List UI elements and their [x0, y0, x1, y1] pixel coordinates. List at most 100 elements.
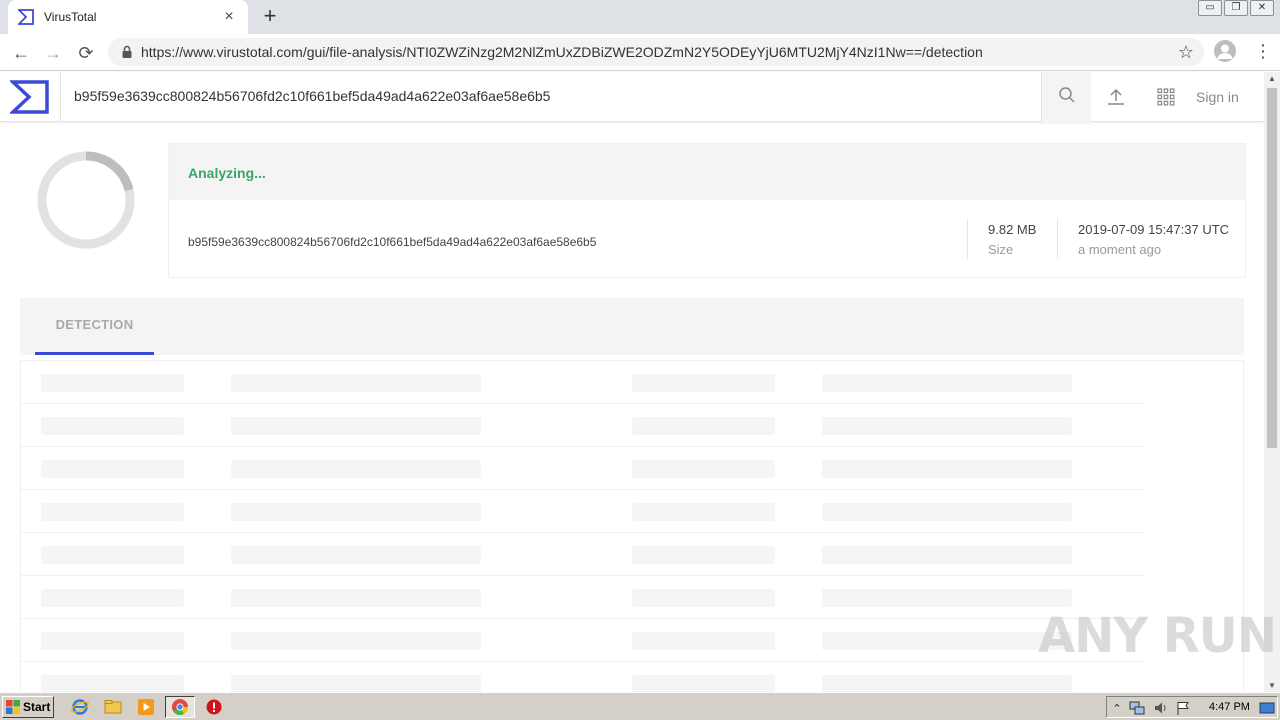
apps-grid-icon[interactable] — [1155, 84, 1177, 110]
back-button[interactable]: ← — [8, 40, 34, 66]
skeleton-cell — [822, 503, 1072, 521]
tab-detection[interactable]: DETECTION — [35, 298, 154, 355]
skeleton-cell — [41, 589, 184, 607]
skeleton-cell — [41, 675, 184, 692]
skeleton-cell — [632, 675, 775, 692]
tray-expand-icon[interactable]: ⌃ — [1109, 700, 1125, 716]
forward-button[interactable]: → — [40, 40, 66, 66]
file-hash[interactable]: b95f59e3639cc800824b56706fd2c10f661bef5d… — [188, 235, 596, 249]
browser-tab-strip: VirusTotal × + ▭ ❐ ✕ — [0, 0, 1280, 34]
meta-divider — [967, 219, 968, 259]
skeleton-cell — [822, 460, 1072, 478]
skeleton-cell — [632, 374, 775, 392]
reload-button[interactable]: ⟳ — [73, 40, 99, 66]
virustotal-favicon-icon — [18, 9, 34, 25]
skeleton-cell — [41, 374, 184, 392]
hash-search-input[interactable]: b95f59e3639cc800824b56706fd2c10f661bef5d… — [74, 88, 550, 104]
profile-avatar-icon[interactable] — [1214, 40, 1236, 62]
browser-toolbar: ← → ⟳ https://www.virustotal.com/gui/fil… — [0, 34, 1280, 71]
skeleton-cell — [41, 503, 184, 521]
windows-taskbar: Start ⌃ 4:47 PM — [0, 692, 1280, 720]
skeleton-cell — [822, 374, 1072, 392]
internet-explorer-icon[interactable] — [71, 698, 89, 716]
virustotal-header: b95f59e3639cc800824b56706fd2c10f661bef5d… — [0, 72, 1264, 122]
analysis-date-relative: a moment ago — [1078, 242, 1162, 257]
media-player-icon[interactable] — [137, 698, 155, 716]
table-row — [21, 447, 1145, 490]
header-divider — [60, 72, 61, 122]
table-row — [21, 533, 1145, 576]
file-summary-card: Analyzing... b95f59e3639cc800824b56706fd… — [168, 143, 1246, 278]
tab-title: VirusTotal — [44, 10, 97, 24]
close-window-button[interactable]: ✕ — [1250, 0, 1274, 16]
bookmark-star-icon[interactable]: ☆ — [1178, 42, 1194, 63]
restore-button[interactable]: ❐ — [1224, 0, 1248, 16]
search-button[interactable] — [1041, 72, 1091, 122]
file-size-value: 9.82 MB — [988, 222, 1037, 237]
browser-menu-icon[interactable]: ⋮ — [1254, 40, 1272, 62]
file-explorer-icon[interactable] — [104, 698, 122, 716]
new-tab-button[interactable]: + — [258, 4, 282, 28]
scroll-down-arrow-icon[interactable]: ▼ — [1264, 681, 1280, 690]
skeleton-cell — [231, 632, 481, 650]
skeleton-cell — [632, 460, 775, 478]
upload-icon[interactable] — [1104, 84, 1128, 110]
scroll-thumb[interactable] — [1267, 88, 1277, 448]
chrome-icon[interactable] — [171, 698, 189, 716]
skeleton-cell — [632, 417, 775, 435]
table-row — [21, 404, 1145, 447]
skeleton-cell — [822, 632, 1072, 650]
windows-flag-icon — [6, 700, 20, 714]
action-center-flag-icon[interactable] — [1175, 700, 1191, 716]
file-size-block: 9.82 MB Size — [988, 222, 1036, 257]
skeleton-cell — [632, 632, 775, 650]
skeleton-cell — [41, 632, 184, 650]
start-button[interactable]: Start — [2, 696, 54, 718]
meta-divider — [1057, 219, 1058, 259]
skeleton-cell — [231, 503, 481, 521]
show-desktop-icon[interactable] — [1259, 700, 1275, 716]
skeleton-cell — [231, 675, 481, 692]
lock-icon — [120, 45, 134, 59]
skeleton-cell — [41, 417, 184, 435]
network-icon[interactable] — [1129, 700, 1145, 716]
table-row — [21, 361, 1145, 404]
report-tabs-bar: DETECTION — [20, 298, 1244, 355]
window-controls: ▭ ❐ ✕ — [1198, 0, 1274, 16]
analysis-status-bar: Analyzing... — [169, 144, 1245, 200]
analysis-date-block: 2019-07-09 15:47:37 UTC a moment ago — [1078, 222, 1229, 257]
page-scrollbar[interactable]: ▲ ▼ — [1264, 72, 1280, 692]
skeleton-cell — [632, 589, 775, 607]
virustotal-logo-icon[interactable] — [8, 79, 50, 115]
table-row — [21, 576, 1145, 619]
table-row — [21, 619, 1145, 662]
skeleton-cell — [632, 546, 775, 564]
system-tray: ⌃ 4:47 PM — [1106, 696, 1278, 718]
skeleton-cell — [231, 460, 481, 478]
skeleton-cell — [41, 546, 184, 564]
skeleton-cell — [231, 589, 481, 607]
active-tab-indicator — [35, 352, 154, 355]
analysis-status: Analyzing... — [188, 165, 266, 181]
search-icon — [1058, 86, 1076, 109]
start-label: Start — [23, 700, 51, 714]
file-size-label: Size — [988, 242, 1014, 257]
table-row — [21, 662, 1145, 692]
tab-close-icon[interactable]: × — [220, 8, 238, 26]
skeleton-cell — [822, 417, 1072, 435]
skeleton-cell — [41, 460, 184, 478]
sign-in-link[interactable]: Sign in — [1196, 89, 1239, 105]
analysis-date-value: 2019-07-09 15:47:37 UTC — [1078, 222, 1230, 237]
skeleton-cell — [822, 675, 1072, 692]
analysis-progress-ring — [36, 150, 136, 250]
browser-tab-virustotal[interactable]: VirusTotal × — [8, 0, 248, 34]
skeleton-cell — [231, 546, 481, 564]
skeleton-cell — [632, 503, 775, 521]
stop-sign-icon[interactable] — [205, 698, 223, 716]
address-bar[interactable]: https://www.virustotal.com/gui/file-anal… — [108, 38, 1204, 66]
volume-icon[interactable] — [1153, 700, 1169, 716]
url-text: https://www.virustotal.com/gui/file-anal… — [141, 44, 983, 60]
scroll-up-arrow-icon[interactable]: ▲ — [1264, 74, 1280, 83]
taskbar-clock[interactable]: 4:47 PM — [1209, 701, 1250, 713]
minimize-button[interactable]: ▭ — [1198, 0, 1222, 16]
